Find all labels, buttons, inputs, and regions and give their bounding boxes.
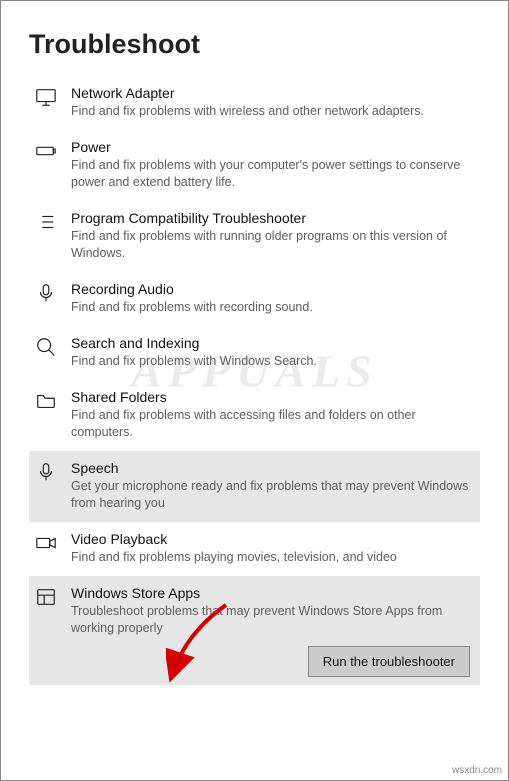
- item-title: Video Playback: [71, 530, 474, 548]
- item-title: Recording Audio: [71, 280, 474, 298]
- list-icon: [35, 209, 57, 233]
- item-desc: Find and fix problems playing movies, te…: [71, 549, 474, 566]
- item-title: Shared Folders: [71, 388, 474, 406]
- troubleshooter-network-adapter[interactable]: Network Adapter Find and fix problems wi…: [29, 76, 480, 130]
- item-title: Search and Indexing: [71, 334, 474, 352]
- item-title: Program Compatibility Troubleshooter: [71, 209, 474, 227]
- item-title: Windows Store Apps: [71, 584, 474, 602]
- troubleshooter-program-compatibility[interactable]: Program Compatibility Troubleshooter Fin…: [29, 201, 480, 272]
- item-desc: Find and fix problems with your computer…: [71, 157, 474, 191]
- microphone-icon: [35, 459, 57, 483]
- item-desc: Find and fix problems with recording sou…: [71, 299, 474, 316]
- microphone-icon: [35, 280, 57, 304]
- troubleshooter-speech[interactable]: Speech Get your microphone ready and fix…: [29, 451, 480, 522]
- troubleshooter-search-indexing[interactable]: Search and Indexing Find and fix problem…: [29, 326, 480, 380]
- item-desc: Get your microphone ready and fix proble…: [71, 478, 474, 512]
- item-title: Speech: [71, 459, 474, 477]
- troubleshooter-shared-folders[interactable]: Shared Folders Find and fix problems wit…: [29, 380, 480, 451]
- troubleshooter-power[interactable]: Power Find and fix problems with your co…: [29, 130, 480, 201]
- video-icon: [35, 530, 57, 554]
- item-title: Network Adapter: [71, 84, 474, 102]
- item-desc: Find and fix problems with accessing fil…: [71, 407, 474, 441]
- item-desc: Troubleshoot problems that may prevent W…: [71, 603, 474, 637]
- run-troubleshooter-button[interactable]: Run the troubleshooter: [308, 646, 470, 677]
- footer-label: wsxdn.com: [452, 765, 502, 776]
- item-desc: Find and fix problems with running older…: [71, 228, 474, 262]
- troubleshooter-windows-store-apps[interactable]: Windows Store Apps Troubleshoot problems…: [29, 576, 480, 685]
- item-desc: Find and fix problems with wireless and …: [71, 103, 474, 120]
- troubleshooter-video-playback[interactable]: Video Playback Find and fix problems pla…: [29, 522, 480, 576]
- search-icon: [35, 334, 57, 358]
- troubleshooter-recording-audio[interactable]: Recording Audio Find and fix problems wi…: [29, 272, 480, 326]
- folder-icon: [35, 388, 57, 412]
- battery-icon: [35, 138, 57, 162]
- item-title: Power: [71, 138, 474, 156]
- monitor-icon: [35, 84, 57, 108]
- apps-icon: [35, 584, 57, 608]
- item-desc: Find and fix problems with Windows Searc…: [71, 353, 474, 370]
- page-title: Troubleshoot: [29, 29, 480, 60]
